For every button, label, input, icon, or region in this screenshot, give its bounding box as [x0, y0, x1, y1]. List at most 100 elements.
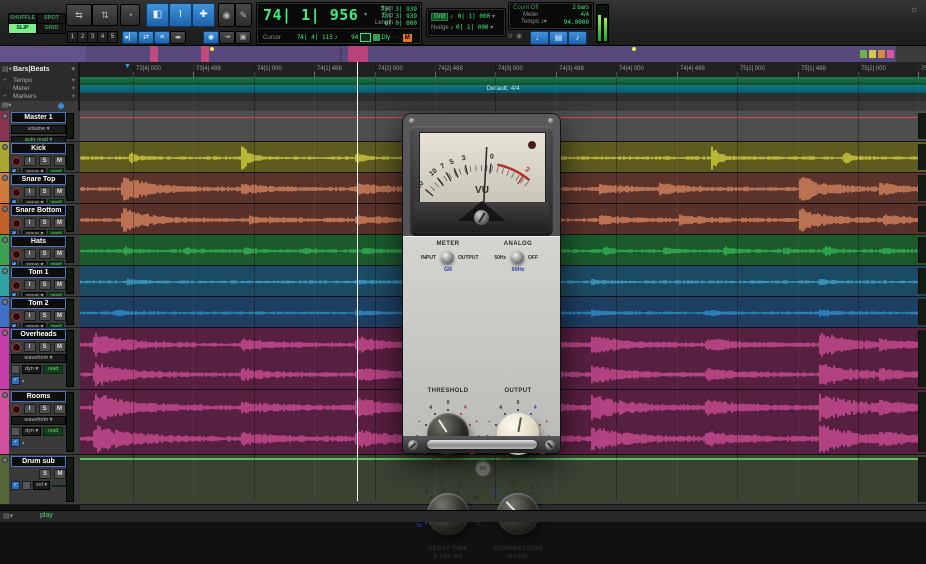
track-compensation-icon[interactable]: [373, 34, 380, 41]
insertion-follows-playback-button[interactable]: ◉: [203, 31, 219, 44]
link-track-selection-button[interactable]: ▣: [235, 31, 251, 44]
track-list-item[interactable]: Tom 2ISM✓wave ▾read▴: [0, 297, 80, 328]
timebase-checkbox[interactable]: ✓: [11, 376, 20, 385]
ruler-tick-label[interactable]: 73|4| 488: [196, 66, 221, 72]
ruler-tick-label[interactable]: 74|4| 488: [680, 66, 705, 72]
ruler-tick-label[interactable]: 74|3| 488: [559, 66, 584, 72]
ruler-tempo-label[interactable]: +Tempo ▾: [0, 77, 79, 85]
tempo-ruler[interactable]: [80, 77, 926, 85]
record-enable-button[interactable]: [12, 281, 21, 290]
mute-button[interactable]: M: [54, 280, 66, 290]
record-enable-button[interactable]: [12, 188, 21, 197]
mute-button[interactable]: M: [54, 404, 66, 414]
delay-compensation-label[interactable]: Dly: [381, 35, 390, 41]
elastic-audio-icon[interactable]: ▴: [22, 378, 25, 384]
automation-mode-chip[interactable]: read: [43, 365, 63, 374]
link-selection-button[interactable]: ◂▸: [170, 31, 186, 44]
ruler-tick-label[interactable]: 75|2| 488: [921, 66, 926, 72]
ruler-tick-label[interactable]: 74|4| 000: [619, 66, 644, 72]
selector-tool-button[interactable]: Ι: [169, 3, 192, 27]
bars-beats-ruler[interactable]: 73|4| 000 73|4| 488 74|1| 000 74|1| 488 74|2…: [80, 62, 926, 78]
ruler-tick-label[interactable]: 74|2| 488: [438, 66, 463, 72]
mode-grid-button[interactable]: GRID: [37, 23, 66, 34]
track-name[interactable]: Rooms: [11, 391, 66, 402]
solo-button[interactable]: S: [39, 156, 51, 166]
length-value[interactable]: 0| 0| 000: [384, 20, 417, 27]
elastic-audio-selector[interactable]: dyn ▾: [22, 365, 41, 374]
track-list-item[interactable]: Master 1volume ▾auto read ▾: [0, 111, 80, 142]
midi-merge-button[interactable]: ♪: [568, 31, 587, 45]
markers-ruler[interactable]: [80, 93, 926, 101]
metronome-button[interactable]: ♩: [530, 31, 549, 45]
record-enable-button[interactable]: [12, 405, 21, 414]
toolbar-gear-icon[interactable]: ☼: [910, 4, 918, 14]
ruler-tick-label[interactable]: 75|2| 000: [861, 66, 886, 72]
track-name[interactable]: Overheads: [11, 329, 66, 340]
main-counter[interactable]: 74| 1| 956: [263, 6, 358, 24]
track-list-item[interactable]: Tom 1ISM✓wave ▾read▴: [0, 266, 80, 297]
track-freeze-box[interactable]: [11, 427, 20, 436]
pre-post-roll-icons[interactable]: ⊪ ◉: [508, 32, 522, 40]
track-list-item[interactable]: OverheadsISMwaveform ▾dyn ▾read✓▴: [0, 328, 80, 390]
record-enable-button[interactable]: [12, 219, 21, 228]
meter-switch[interactable]: [441, 251, 454, 264]
track-list-item[interactable]: Drum subSM✓vol ▾: [0, 455, 80, 505]
ruler-tick-label[interactable]: 74|3| 000: [498, 66, 523, 72]
mute-indicator[interactable]: M: [403, 34, 412, 42]
track-freeze-box[interactable]: [22, 481, 31, 490]
grid-value-label[interactable]: Grid: [431, 13, 448, 21]
mode-slip-button[interactable]: SLIP: [8, 23, 37, 34]
input-monitor-button[interactable]: I: [24, 187, 36, 197]
track-name[interactable]: Tom 2: [11, 298, 66, 309]
track-name[interactable]: Drum sub: [11, 456, 66, 467]
record-enable-button[interactable]: [12, 157, 21, 166]
grid-value[interactable]: 0| 1| 000: [458, 13, 491, 20]
solo-button[interactable]: S: [39, 280, 51, 290]
track-name[interactable]: Snare Top: [11, 174, 66, 185]
zoomer-tool-button[interactable]: ◔: [120, 4, 140, 26]
link-timeline-edit-button[interactable]: ⇥: [219, 31, 235, 44]
tempo-edit-density-icon[interactable]: [58, 103, 64, 109]
volume-selector[interactable]: volume ▾: [11, 125, 66, 134]
ruler-bars-beats-label[interactable]: ▤▾Bars|Beats ▾: [0, 62, 79, 77]
zoom-horizontal-button[interactable]: ⇆: [66, 4, 92, 26]
mute-button[interactable]: M: [54, 342, 66, 352]
automation-mode-chip[interactable]: read: [43, 427, 63, 436]
ruler-tick-label[interactable]: 74|2| 000: [378, 66, 403, 72]
nudge-value[interactable]: 0| 1| 000: [456, 24, 489, 31]
zoom-toggle-icon[interactable]: ▤▾: [3, 512, 13, 520]
track-view-selector[interactable]: vol ▾: [33, 481, 50, 490]
grabber-tool-button[interactable]: ✚: [192, 3, 215, 27]
count-in-button[interactable]: ▤: [549, 31, 568, 45]
ruler-tick-label[interactable]: 74|1| 000: [257, 66, 282, 72]
mute-button[interactable]: M: [54, 187, 66, 197]
track-name[interactable]: Snare Bottom: [11, 205, 66, 216]
tab-to-transient-button[interactable]: ▸▏: [122, 31, 138, 44]
record-enable-button[interactable]: [12, 250, 21, 259]
ruler-tick-label[interactable]: 74|1| 488: [317, 66, 342, 72]
trim-tool-button[interactable]: ◧: [146, 3, 169, 27]
solo-button[interactable]: S: [39, 218, 51, 228]
record-enable-button[interactable]: [12, 312, 21, 321]
track-list-item[interactable]: Snare TopISM✓wave ▾read▴: [0, 173, 80, 204]
input-monitor-button[interactable]: I: [24, 311, 36, 321]
track-view-selector[interactable]: waveform ▾: [11, 416, 66, 425]
ruler-tick-label[interactable]: 73|4| 000: [136, 66, 161, 72]
elastic-audio-selector[interactable]: dyn ▾: [22, 427, 41, 436]
nudge-value-label[interactable]: Nudge: [431, 25, 449, 31]
automation-mode-chip[interactable]: [52, 485, 66, 487]
track-list-item[interactable]: KickISM✓wave ▾read▴: [0, 142, 80, 173]
input-monitor-button[interactable]: I: [24, 156, 36, 166]
input-monitor-button[interactable]: I: [24, 249, 36, 259]
track-name[interactable]: Kick: [11, 143, 66, 154]
solo-button[interactable]: S: [39, 187, 51, 197]
solo-button[interactable]: S: [39, 404, 51, 414]
mute-button[interactable]: M: [54, 311, 66, 321]
track-name[interactable]: Tom 1: [11, 267, 66, 278]
mirrored-editing-button[interactable]: ⇄: [138, 31, 154, 44]
mute-button[interactable]: M: [54, 249, 66, 259]
session-overview-strip[interactable]: [0, 46, 926, 62]
start-value[interactable]: 73| 3| 939: [381, 6, 417, 13]
track-list-item[interactable]: HatsISM✓wave ▾read▴: [0, 235, 80, 266]
track-view-selector[interactable]: waveform ▾: [11, 354, 66, 363]
